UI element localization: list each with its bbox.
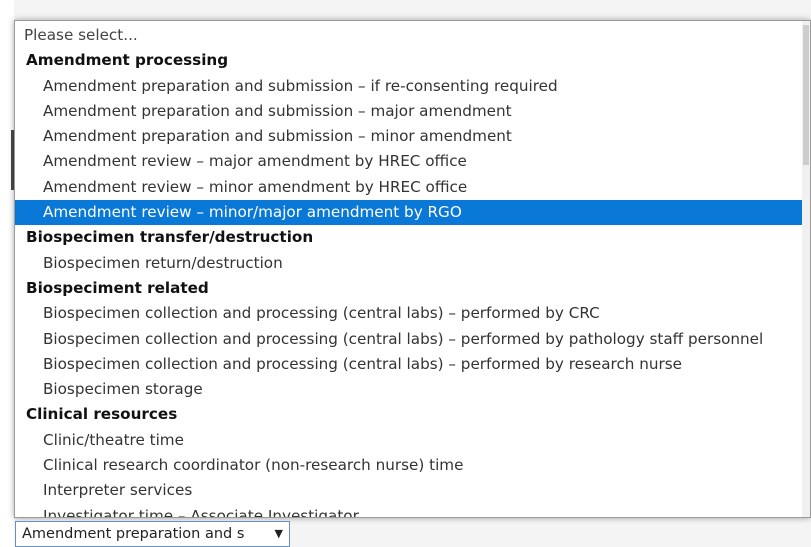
screen: Please select... Amendment processing Ame… [0,0,811,547]
option-item[interactable]: Biospecimen collection and processing (c… [15,301,803,326]
vertical-scrollbar[interactable] [802,21,810,517]
dropdown-listbox[interactable]: Please select... Amendment processing Ame… [14,20,811,518]
option-item[interactable]: Biospecimen collection and processing (c… [15,352,803,377]
select-value: Amendment preparation and s [22,526,245,542]
optgroup-label: Biospeciment related [26,278,209,297]
optgroup-label: Biospecimen transfer/destruction [26,228,314,247]
scrollbar-thumb[interactable] [803,25,809,165]
option-item[interactable]: Amendment preparation and submission – i… [15,74,803,99]
option-item[interactable]: Amendment preparation and submission – m… [15,124,803,149]
option-item[interactable]: Investigator time – Associate Investigat… [15,504,803,517]
option-item[interactable]: Amendment review – major amendment by HR… [15,149,803,174]
option-item[interactable]: Amendment preparation and submission – m… [15,99,803,124]
option-placeholder[interactable]: Please select... [15,23,803,48]
option-item[interactable]: Biospecimen return/destruction [15,251,803,276]
option-item[interactable]: Interpreter services [15,478,803,503]
option-list: Please select... Amendment processing Ame… [15,21,803,517]
dropdown-arrow-icon[interactable]: ▼ [275,522,283,546]
optgroup-label: Amendment processing [26,51,229,70]
option-item[interactable]: Amendment review – minor/major amendment… [15,200,803,226]
category-select[interactable]: Amendment preparation and s ▼ [15,521,290,547]
option-item[interactable]: Clinic/theatre time [15,428,803,453]
background-window [0,0,14,547]
option-item[interactable]: Amendment review – minor amendment by HR… [15,175,803,200]
option-item[interactable]: Biospecimen collection and processing (c… [15,327,803,352]
option-item[interactable]: Clinical research coordinator (non-resea… [15,453,803,478]
optgroup-label: Clinical resources [26,405,178,424]
option-item[interactable]: Biospecimen storage [15,377,803,402]
